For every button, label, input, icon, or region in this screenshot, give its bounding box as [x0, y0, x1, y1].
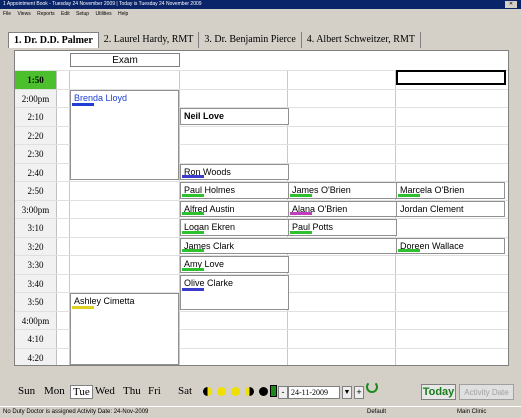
- time-label: 3:20: [15, 237, 57, 256]
- time-label: 2:40: [15, 163, 57, 182]
- time-label: 3:30: [15, 256, 57, 274]
- full-moon-icon[interactable]: [217, 387, 226, 396]
- status-stripe: [72, 306, 94, 309]
- prev-date-button[interactable]: -: [278, 386, 288, 399]
- menu-edit[interactable]: Edit: [61, 11, 70, 17]
- status-stripe: [182, 267, 204, 271]
- status-stripe: [290, 193, 312, 197]
- schedule-grid[interactable]: Exam 1:50 2:00pm 2:10 2:20 2:30 2:40 2:50 3:00p…: [14, 50, 509, 366]
- appointment-block[interactable]: James O'Brien: [288, 182, 397, 199]
- status-message: No Duty Doctor is assigned Activity Date…: [3, 409, 149, 415]
- appointment-block[interactable]: Brenda Lloyd: [70, 89, 179, 180]
- status-clinic: Main Clinic: [457, 409, 487, 415]
- status-stripe: [182, 119, 204, 123]
- appointment-block[interactable]: Amy Love: [180, 256, 289, 273]
- time-label: 2:50: [15, 182, 57, 200]
- date-dropdown-icon[interactable]: ▼: [342, 386, 352, 399]
- time-label: 4:00pm: [15, 311, 57, 330]
- menu-views[interactable]: Views: [17, 11, 30, 17]
- time-label: 4:10: [15, 330, 57, 348]
- menu-file[interactable]: File: [3, 11, 11, 17]
- day-sun[interactable]: Sun: [18, 385, 35, 397]
- menu-reports[interactable]: Reports: [37, 11, 55, 17]
- today-button[interactable]: Today: [421, 384, 456, 400]
- menu-help[interactable]: Help: [118, 11, 128, 17]
- status-stripe: [290, 212, 312, 215]
- full-moon-icon-2[interactable]: [231, 387, 240, 396]
- time-label: 3:50: [15, 293, 57, 311]
- selected-slot[interactable]: [396, 70, 506, 85]
- day-tue[interactable]: Tue: [70, 385, 93, 399]
- status-stripe: [182, 212, 204, 215]
- status-stripe: [290, 230, 312, 234]
- status-stripe: [182, 287, 204, 291]
- practitioner-tabs: 1. Dr. D.D. Palmer 2. Laurel Hardy, RMT …: [8, 32, 421, 48]
- time-label: 3:40: [15, 274, 57, 293]
- calendar-icon[interactable]: [270, 385, 277, 397]
- appointment-name: Olive Clarke: [184, 277, 234, 288]
- appointment-block[interactable]: Logan Ekren: [180, 219, 289, 236]
- next-date-button[interactable]: +: [354, 386, 364, 399]
- tab-practitioner-3[interactable]: 3. Dr. Benjamin Pierce: [199, 32, 302, 48]
- room-header-exam: Exam: [70, 53, 180, 67]
- moon-phase-icon-2[interactable]: [245, 387, 254, 396]
- appointment-block[interactable]: Paul Holmes: [180, 182, 289, 199]
- time-label: 1:50: [15, 71, 57, 89]
- time-label: 3:00pm: [15, 200, 57, 219]
- time-label: 4:20: [15, 348, 57, 365]
- status-stripe: [72, 102, 94, 106]
- status-mode: Default: [367, 409, 387, 415]
- title-bar: 1 Appointment Book - Tuesday 24 November…: [0, 0, 521, 9]
- time-label: 2:00pm: [15, 89, 57, 108]
- time-label: 2:10: [15, 108, 57, 126]
- appointment-block[interactable]: Ashley Cimetta: [70, 293, 179, 365]
- day-sat[interactable]: Sat: [178, 385, 192, 397]
- appointment-block[interactable]: Alfred Austin: [180, 200, 289, 217]
- status-stripe: [182, 230, 204, 234]
- menu-bar: File Views Reports Edit Setup Utilities …: [0, 9, 521, 20]
- appointment-block[interactable]: James Clark: [180, 237, 399, 254]
- close-button[interactable]: ✕: [505, 1, 517, 8]
- appointment-block[interactable]: Jordan Clement: [396, 200, 505, 217]
- appointment-name: Brenda Lloyd: [74, 92, 128, 103]
- activity-date-button: Activity Date: [459, 384, 514, 400]
- time-label: 2:30: [15, 145, 57, 163]
- day-fri[interactable]: Fri: [148, 385, 161, 397]
- day-mon[interactable]: Mon: [44, 385, 65, 397]
- appointment-block[interactable]: Marcela O'Brien: [396, 182, 505, 199]
- tab-practitioner-1[interactable]: 1. Dr. D.D. Palmer: [8, 32, 99, 48]
- appointment-name: Ashley Cimetta: [74, 296, 135, 306]
- status-stripe: [182, 249, 204, 252]
- status-stripe: [182, 175, 204, 178]
- status-bar: No Duty Doctor is assigned Activity Date…: [0, 406, 521, 417]
- tab-practitioner-4[interactable]: 4. Albert Schweitzer, RMT: [302, 32, 421, 48]
- bottom-toolbar: Sun Mon Tue Wed Thu Fri Sat - 24-11-2009…: [0, 378, 521, 404]
- status-stripe: [398, 193, 420, 197]
- tab-practitioner-2[interactable]: 2. Laurel Hardy, RMT: [99, 32, 200, 48]
- moon-phase-icon[interactable]: [203, 387, 212, 396]
- appointment-block[interactable]: Alana O'Brien: [288, 200, 397, 217]
- appointment-block[interactable]: Doreen Wallace: [396, 237, 505, 254]
- day-thu[interactable]: Thu: [123, 385, 141, 397]
- menu-setup[interactable]: Setup: [76, 11, 89, 17]
- new-moon-icon[interactable]: [259, 387, 268, 396]
- time-label: 2:20: [15, 126, 57, 145]
- status-stripe: [398, 249, 420, 252]
- menu-utilities[interactable]: Utilities: [95, 11, 111, 17]
- day-wed[interactable]: Wed: [95, 385, 115, 397]
- appointment-block[interactable]: Olive Clarke: [180, 274, 289, 310]
- time-label: 3:10: [15, 219, 57, 237]
- appointment-block[interactable]: Ron Woods: [180, 163, 289, 180]
- window-title: 1 Appointment Book - Tuesday 24 November…: [3, 1, 202, 7]
- appointment-block[interactable]: Neil Love: [180, 108, 289, 125]
- refresh-icon[interactable]: [366, 381, 378, 393]
- appointment-block[interactable]: Paul Potts: [288, 219, 397, 236]
- status-stripe: [182, 193, 204, 197]
- status-stripe: [398, 212, 420, 215]
- date-field[interactable]: 24-11-2009: [288, 386, 340, 399]
